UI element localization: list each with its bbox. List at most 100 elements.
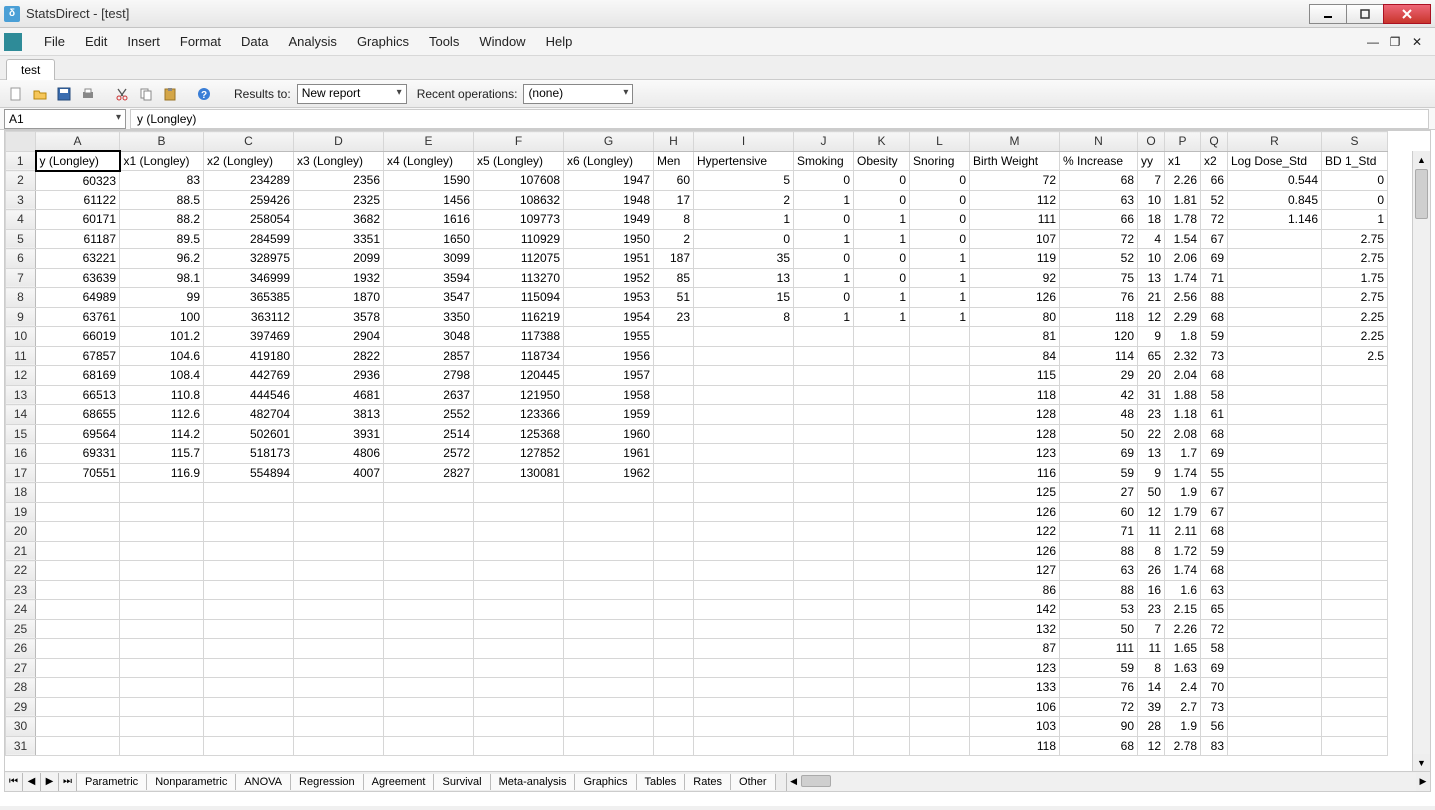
row-header[interactable]: 29 bbox=[6, 697, 36, 717]
cell[interactable] bbox=[474, 717, 564, 737]
cell[interactable] bbox=[564, 580, 654, 600]
cell[interactable]: 31 bbox=[1138, 385, 1165, 405]
cell[interactable] bbox=[910, 619, 970, 639]
cell[interactable]: 104.6 bbox=[120, 346, 204, 366]
select-all-corner[interactable] bbox=[6, 132, 36, 152]
column-header-L[interactable]: L bbox=[910, 132, 970, 152]
cell[interactable] bbox=[1228, 424, 1322, 444]
cell[interactable]: 121950 bbox=[474, 385, 564, 405]
cell[interactable]: 26 bbox=[1138, 561, 1165, 581]
cell[interactable] bbox=[204, 502, 294, 522]
cell[interactable]: 2.11 bbox=[1165, 522, 1201, 542]
cell[interactable] bbox=[1322, 697, 1388, 717]
cell[interactable]: 71 bbox=[1201, 268, 1228, 288]
cell[interactable]: 2857 bbox=[384, 346, 474, 366]
cell[interactable] bbox=[474, 600, 564, 620]
cell[interactable]: 18 bbox=[1138, 210, 1165, 230]
cell[interactable]: 259426 bbox=[204, 190, 294, 210]
cell[interactable] bbox=[1228, 522, 1322, 542]
cell[interactable]: 58 bbox=[1201, 385, 1228, 405]
cell[interactable] bbox=[694, 405, 794, 425]
cell[interactable] bbox=[794, 424, 854, 444]
cell[interactable] bbox=[654, 424, 694, 444]
cell[interactable] bbox=[794, 522, 854, 542]
cell[interactable] bbox=[294, 522, 384, 542]
cell[interactable]: 28 bbox=[1138, 717, 1165, 737]
cell[interactable]: 8 bbox=[1138, 658, 1165, 678]
cell[interactable]: 1.18 bbox=[1165, 405, 1201, 425]
cell[interactable]: 83 bbox=[1201, 736, 1228, 756]
row-header[interactable]: 26 bbox=[6, 639, 36, 659]
cell[interactable] bbox=[654, 502, 694, 522]
cell[interactable]: 59 bbox=[1201, 327, 1228, 347]
menu-format[interactable]: Format bbox=[170, 30, 231, 53]
cell[interactable]: 14 bbox=[1138, 678, 1165, 698]
cell[interactable]: 70551 bbox=[36, 463, 120, 483]
cell[interactable] bbox=[910, 658, 970, 678]
cell[interactable] bbox=[294, 717, 384, 737]
cell[interactable] bbox=[384, 639, 474, 659]
cell[interactable] bbox=[294, 619, 384, 639]
cell[interactable] bbox=[384, 561, 474, 581]
cell[interactable] bbox=[1322, 580, 1388, 600]
cell[interactable] bbox=[854, 327, 910, 347]
cell[interactable]: Snoring bbox=[910, 151, 970, 171]
cell[interactable] bbox=[120, 619, 204, 639]
cell[interactable] bbox=[854, 502, 910, 522]
cell[interactable]: 1 bbox=[910, 288, 970, 308]
cell[interactable]: 84 bbox=[970, 346, 1060, 366]
cell[interactable]: 1.78 bbox=[1165, 210, 1201, 230]
cell[interactable] bbox=[120, 561, 204, 581]
cell[interactable]: 110.8 bbox=[120, 385, 204, 405]
cell[interactable] bbox=[564, 697, 654, 717]
cell[interactable]: 112 bbox=[970, 190, 1060, 210]
cell[interactable] bbox=[36, 541, 120, 561]
cell[interactable] bbox=[204, 619, 294, 639]
cell[interactable] bbox=[910, 561, 970, 581]
cell[interactable] bbox=[654, 346, 694, 366]
cell[interactable]: 2.06 bbox=[1165, 249, 1201, 269]
cell[interactable] bbox=[294, 678, 384, 698]
cell[interactable] bbox=[564, 561, 654, 581]
cell[interactable]: 1 bbox=[1322, 210, 1388, 230]
cell[interactable]: 118734 bbox=[474, 346, 564, 366]
cell[interactable]: 1.8 bbox=[1165, 327, 1201, 347]
cell[interactable]: 109773 bbox=[474, 210, 564, 230]
cell[interactable]: 0 bbox=[794, 288, 854, 308]
cell[interactable]: 112.6 bbox=[120, 405, 204, 425]
cell[interactable]: 3931 bbox=[294, 424, 384, 444]
cell[interactable]: 2099 bbox=[294, 249, 384, 269]
cell[interactable] bbox=[36, 580, 120, 600]
cell[interactable]: Log Dose_Std bbox=[1228, 151, 1322, 171]
cell[interactable] bbox=[694, 346, 794, 366]
row-header[interactable]: 12 bbox=[6, 366, 36, 386]
cell[interactable] bbox=[120, 483, 204, 503]
cell[interactable] bbox=[294, 580, 384, 600]
menu-window[interactable]: Window bbox=[469, 30, 535, 53]
cell[interactable]: 3048 bbox=[384, 327, 474, 347]
cell[interactable]: 502601 bbox=[204, 424, 294, 444]
cell[interactable] bbox=[654, 483, 694, 503]
cell[interactable]: 66513 bbox=[36, 385, 120, 405]
results-to-combo[interactable]: New report bbox=[297, 84, 407, 104]
cell[interactable] bbox=[564, 736, 654, 756]
cell[interactable]: 119 bbox=[970, 249, 1060, 269]
sheet-tab-agreement[interactable]: Agreement bbox=[364, 774, 435, 790]
cell[interactable]: x3 (Longley) bbox=[294, 151, 384, 171]
cell[interactable] bbox=[1322, 717, 1388, 737]
cell[interactable]: 1.7 bbox=[1165, 444, 1201, 464]
cell[interactable]: 52 bbox=[1060, 249, 1138, 269]
column-header-E[interactable]: E bbox=[384, 132, 474, 152]
cell[interactable]: 127 bbox=[970, 561, 1060, 581]
cell[interactable]: 5 bbox=[694, 171, 794, 191]
cell[interactable] bbox=[384, 580, 474, 600]
tab-nav-first-icon[interactable]: ⏮ bbox=[5, 773, 23, 791]
cell[interactable]: 111 bbox=[1060, 639, 1138, 659]
column-header-D[interactable]: D bbox=[294, 132, 384, 152]
cell[interactable]: 65 bbox=[1138, 346, 1165, 366]
cell[interactable] bbox=[854, 736, 910, 756]
cell[interactable]: 1 bbox=[694, 210, 794, 230]
cell[interactable]: 67857 bbox=[36, 346, 120, 366]
cell[interactable]: 363112 bbox=[204, 307, 294, 327]
cell[interactable]: 1.6 bbox=[1165, 580, 1201, 600]
